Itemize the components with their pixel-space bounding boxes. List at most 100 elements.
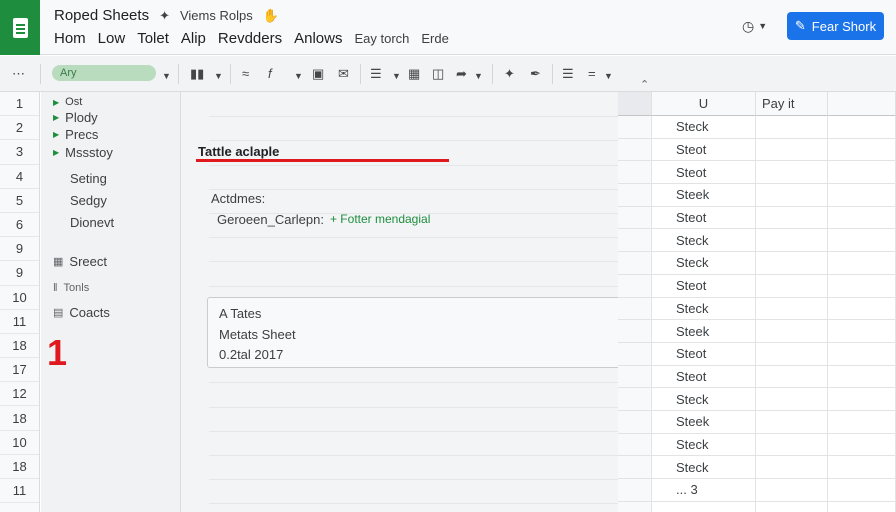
filter-icon[interactable]: ◫ xyxy=(432,66,444,82)
table-cell[interactable] xyxy=(618,342,652,366)
table-cell[interactable] xyxy=(618,116,652,139)
sidebar-item-precs[interactable]: ▶ Precs xyxy=(53,127,98,142)
table-cell[interactable]: Steot xyxy=(652,206,756,230)
table-cell[interactable]: Steck xyxy=(652,297,756,321)
info-card[interactable]: A Tates Metats Sheet 0.2tal 2017 xyxy=(207,297,630,368)
table-cell[interactable]: Steot xyxy=(652,138,756,162)
chevron-down-icon[interactable]: ▼ xyxy=(604,68,613,84)
table-cell[interactable] xyxy=(618,479,652,502)
table-cell[interactable]: Steot xyxy=(652,342,756,366)
pen-icon[interactable]: ✒ xyxy=(530,66,541,82)
row-number[interactable]: 1 xyxy=(0,92,39,117)
move-icon[interactable]: ✋ xyxy=(263,8,279,24)
table-cell[interactable] xyxy=(756,410,828,434)
table-cell[interactable]: Steot xyxy=(652,274,756,298)
table-cell[interactable] xyxy=(828,320,896,343)
table-cell[interactable] xyxy=(618,501,652,512)
comment-icon[interactable]: ✉ xyxy=(338,66,349,82)
list-icon[interactable]: ☰ xyxy=(370,66,382,82)
table-cell[interactable]: Steck xyxy=(652,433,756,457)
table-cell[interactable] xyxy=(756,274,828,298)
table-cell[interactable] xyxy=(828,479,896,502)
row-number[interactable]: 10 xyxy=(0,431,39,455)
row-number[interactable]: 18 xyxy=(0,406,39,431)
table-cell[interactable] xyxy=(756,161,828,185)
table-cell[interactable] xyxy=(828,184,896,207)
row-number[interactable]: 18 xyxy=(0,455,39,479)
table-cell[interactable] xyxy=(756,479,828,502)
table-cell[interactable]: Steck xyxy=(652,252,756,275)
share-button[interactable]: ✎ Fear Shork xyxy=(787,12,884,40)
chart-icon[interactable]: ▮▮ xyxy=(190,66,204,82)
table-cell[interactable] xyxy=(618,433,652,457)
link-icon[interactable]: ✦ xyxy=(504,66,515,82)
table-cell[interactable]: Steek xyxy=(652,184,756,207)
table-cell[interactable] xyxy=(828,365,896,389)
table-cell[interactable] xyxy=(828,138,896,162)
table-cell[interactable] xyxy=(618,161,652,185)
table-cell[interactable] xyxy=(756,320,828,343)
row-number[interactable]: 12 xyxy=(0,382,39,407)
table-cell[interactable]: Steot xyxy=(652,365,756,389)
sidebar-item-ost[interactable]: ▶ Ost xyxy=(53,96,82,108)
table-cell[interactable] xyxy=(756,116,828,139)
sidebar-item-coacts[interactable]: ▤ Coacts xyxy=(53,305,110,320)
sidebar-item-mssstoy[interactable]: ▶ Mssstoy xyxy=(53,145,113,160)
cursor-icon[interactable]: ➦ xyxy=(456,66,467,82)
table-cell[interactable] xyxy=(618,456,652,479)
table-cell[interactable]: Steek xyxy=(652,410,756,434)
column-header-pay-it[interactable]: Pay it xyxy=(756,92,828,116)
menu-item-eay-torch[interactable]: Eay torch xyxy=(354,31,409,46)
row-number[interactable]: 9 xyxy=(0,261,39,286)
table-cell[interactable] xyxy=(756,456,828,479)
chevron-down-icon[interactable]: ▼ xyxy=(294,68,303,84)
menu-item-alip[interactable]: Alip xyxy=(181,30,206,47)
table-cell[interactable] xyxy=(618,388,652,411)
star-icon[interactable]: ✦ xyxy=(159,8,170,24)
font-select[interactable]: Ary xyxy=(52,65,156,81)
chevron-down-icon[interactable]: ▼ xyxy=(392,68,401,84)
table-cell[interactable] xyxy=(756,365,828,389)
table-cell[interactable] xyxy=(756,342,828,366)
table-cell[interactable] xyxy=(828,456,896,479)
row-number[interactable]: 18 xyxy=(0,334,39,359)
row-number[interactable]: 10 xyxy=(0,286,39,310)
table-cell[interactable] xyxy=(618,320,652,343)
table-cell[interactable] xyxy=(828,388,896,411)
table-cell[interactable] xyxy=(828,342,896,366)
row-number[interactable]: 3 xyxy=(0,140,39,165)
table-cell[interactable] xyxy=(828,116,896,139)
grid-icon[interactable]: ▦ xyxy=(408,66,420,82)
table-cell[interactable]: Steck xyxy=(652,388,756,411)
menu-item-hom[interactable]: Hom xyxy=(54,30,86,47)
table-cell[interactable] xyxy=(618,274,652,298)
table-cell[interactable]: Steck xyxy=(652,456,756,479)
table-cell[interactable] xyxy=(756,252,828,275)
sidebar-item-sreect[interactable]: ▦ Sreect xyxy=(53,254,107,269)
table-cell[interactable] xyxy=(828,501,896,512)
table-cell[interactable] xyxy=(618,206,652,230)
table-cell[interactable] xyxy=(618,365,652,389)
table-cell[interactable]: ... xyxy=(652,501,756,512)
table-cell[interactable]: Steck xyxy=(652,116,756,139)
menu-item-anlows[interactable]: Anlows xyxy=(294,30,342,47)
table-cell[interactable]: Steot xyxy=(652,161,756,185)
table-cell[interactable]: Steck xyxy=(652,229,756,253)
history-button[interactable]: ◷ ▼ xyxy=(742,17,772,35)
table-cell[interactable] xyxy=(756,388,828,411)
sidebar-item-sedgy[interactable]: Sedgy xyxy=(70,193,107,208)
sidebar-item-tonls[interactable]: ‖ Tonls xyxy=(53,282,89,294)
row-number[interactable]: 5 xyxy=(0,189,39,213)
row-number[interactable]: 11 xyxy=(0,310,39,334)
table-cell[interactable] xyxy=(756,206,828,230)
row-number[interactable]: 4 xyxy=(0,165,39,189)
table-cell[interactable] xyxy=(756,184,828,207)
table-cell[interactable] xyxy=(756,433,828,457)
table-cell[interactable] xyxy=(828,161,896,185)
table-cell[interactable] xyxy=(618,252,652,275)
row-number[interactable]: 17 xyxy=(0,358,39,383)
row-number[interactable]: 11 xyxy=(0,479,39,504)
sidebar-item-dionevt[interactable]: Dionevt xyxy=(70,215,114,230)
table-cell[interactable]: ... 3 xyxy=(652,479,756,502)
table-cell[interactable] xyxy=(618,138,652,162)
